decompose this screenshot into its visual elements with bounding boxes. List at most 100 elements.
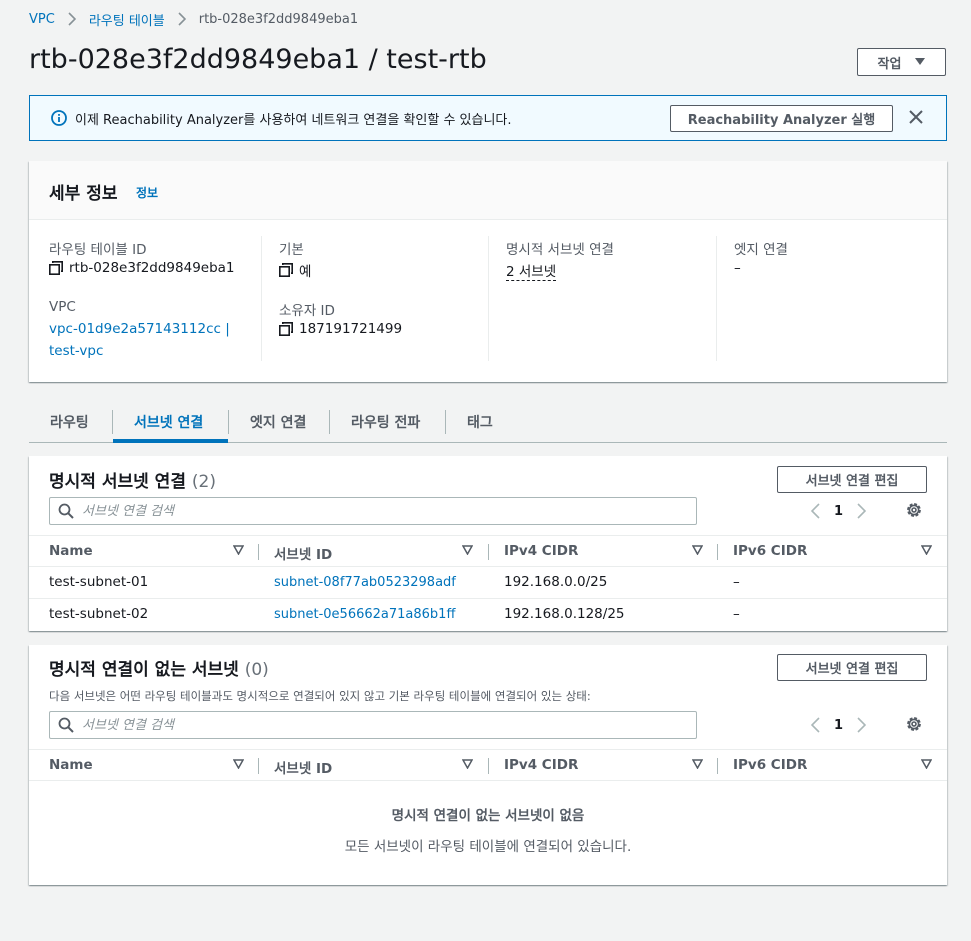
details-col-2: 기본 예 소유자 ID 187191721499 <box>261 236 489 361</box>
column-ipv6-cidr[interactable]: IPv6 CIDR <box>733 543 807 559</box>
sort-icon[interactable] <box>692 545 703 555</box>
implicit-table-title: 명시적 연결이 없는 서브넷 (0) <box>49 655 269 680</box>
vpc-label: VPC <box>49 299 76 315</box>
chevron-left-icon[interactable] <box>811 717 820 733</box>
details-header: 세부 정보 정보 <box>29 161 947 220</box>
main-value-text: 예 <box>299 264 312 280</box>
column-name[interactable]: Name <box>49 757 93 773</box>
caret-down-icon <box>915 58 926 66</box>
tab-divider <box>112 410 113 434</box>
tab-divider <box>445 410 446 434</box>
actions-button-label: 작업 <box>877 56 902 72</box>
chevron-right-icon[interactable] <box>857 503 867 519</box>
tab-edge-associations[interactable]: 엣지 연결 <box>250 410 306 434</box>
breadcrumb-current: rtb-028e3f2dd9849eba1 <box>198 11 359 27</box>
sort-icon[interactable] <box>233 759 244 769</box>
edit-subnet-associations-button[interactable]: 서브넷 연결 편집 <box>777 466 927 493</box>
main-value: 예 <box>279 260 311 280</box>
tab-route-propagation[interactable]: 라우팅 전파 <box>351 410 420 434</box>
column-divider[interactable] <box>258 758 259 774</box>
column-divider[interactable] <box>258 544 259 560</box>
explicit-pagination: 1 <box>811 499 867 523</box>
column-name[interactable]: Name <box>49 543 93 559</box>
chevron-left-icon[interactable] <box>811 503 820 519</box>
explicit-table-title-text: 명시적 서브넷 연결 <box>49 472 186 492</box>
explicit-table-title: 명시적 서브넷 연결 (2) <box>49 467 216 492</box>
column-divider[interactable] <box>717 758 718 774</box>
sort-icon[interactable] <box>921 545 932 555</box>
edge-associations-value: – <box>734 260 741 276</box>
breadcrumb: VPC 라우팅 테이블 rtb-028e3f2dd9849eba1 <box>29 10 359 29</box>
tab-divider <box>228 410 229 434</box>
column-divider[interactable] <box>488 758 489 774</box>
details-col-1: 라우팅 테이블 ID rtb-028e3f2dd9849eba1 VPC vpc… <box>49 236 261 361</box>
explicit-page-number[interactable]: 1 <box>834 504 843 519</box>
sort-icon[interactable] <box>233 545 244 555</box>
table-row[interactable]: test-subnet-01 subnet-08f77ab0523298adf … <box>29 567 947 599</box>
empty-state-title: 명시적 연결이 없는 서브넷이 없음 <box>391 808 585 824</box>
row-subnet-id-link[interactable]: subnet-0e56662a71a86b1ff <box>274 607 455 622</box>
row-ipv4: 192.168.0.128/25 <box>504 606 625 622</box>
breadcrumb-route-tables[interactable]: 라우팅 테이블 <box>89 10 165 29</box>
details-col-3: 명시적 서브넷 연결 2 서브넷 <box>488 236 716 361</box>
details-title: 세부 정보 <box>49 184 118 204</box>
explicit-subnet-associations-panel: 명시적 서브넷 연결 (2) 서브넷 연결 편집 1 Name 서브넷 ID I… <box>29 456 947 631</box>
edit-subnet-associations-button[interactable]: 서브넷 연결 편집 <box>777 654 927 681</box>
row-name: test-subnet-02 <box>49 606 149 622</box>
chevron-right-icon <box>68 12 76 26</box>
column-subnet-id[interactable]: 서브넷 ID <box>274 757 332 777</box>
gear-icon[interactable] <box>905 501 923 519</box>
sort-icon[interactable] <box>462 545 473 555</box>
implicit-table-description: 다음 서브넷은 어떤 라우팅 테이블과도 명시적으로 연결되어 있지 않고 기본… <box>49 689 591 703</box>
chevron-right-icon[interactable] <box>857 717 867 733</box>
sort-icon[interactable] <box>462 759 473 769</box>
vpc-link-name[interactable]: test-vpc <box>49 343 103 359</box>
owner-id-value: 187191721499 <box>279 321 402 337</box>
row-ipv6: – <box>733 606 740 622</box>
actions-button[interactable]: 작업 <box>857 48 946 76</box>
tab-subnet-associations[interactable]: 서브넷 연결 <box>134 410 203 434</box>
empty-state-subtitle: 모든 서브넷이 라우팅 테이블에 연결되어 있습니다. <box>344 839 632 855</box>
row-subnet-id-link[interactable]: subnet-08f77ab0523298adf <box>274 575 456 590</box>
column-ipv4-cidr[interactable]: IPv4 CIDR <box>504 757 578 773</box>
info-icon <box>51 110 67 126</box>
explicit-associations-value[interactable]: 2 서브넷 <box>506 260 557 281</box>
active-tab-indicator <box>113 439 228 443</box>
implicit-page-number[interactable]: 1 <box>834 718 843 733</box>
search-icon <box>58 503 74 519</box>
column-divider[interactable] <box>488 544 489 560</box>
column-ipv4-cidr[interactable]: IPv4 CIDR <box>504 543 578 559</box>
tab-routes[interactable]: 라우팅 <box>50 410 89 434</box>
chevron-right-icon <box>178 12 186 26</box>
route-table-id-text: rtb-028e3f2dd9849eba1 <box>69 260 235 276</box>
explicit-search-input[interactable] <box>82 503 662 519</box>
table-row[interactable]: test-subnet-02 subnet-0e56662a71a86b1ff … <box>29 599 947 631</box>
search-icon <box>58 717 74 733</box>
details-panel: 세부 정보 정보 라우팅 테이블 ID rtb-028e3f2dd9849eba… <box>29 161 947 382</box>
gear-icon[interactable] <box>905 715 923 733</box>
tab-bar: 라우팅 서브넷 연결 엣지 연결 라우팅 전파 태그 <box>29 402 947 443</box>
info-banner: 이제 Reachability Analyzer를 사용하여 네트워크 연결을 … <box>29 95 947 141</box>
owner-id-text: 187191721499 <box>299 321 403 337</box>
column-ipv6-cidr[interactable]: IPv6 CIDR <box>733 757 807 773</box>
sort-icon[interactable] <box>921 759 932 769</box>
copy-icon[interactable] <box>279 322 293 336</box>
copy-icon[interactable] <box>49 261 63 275</box>
implicit-search-input[interactable] <box>82 717 662 733</box>
vpc-link[interactable]: vpc-01d9e2a57143112cc | <box>49 321 230 337</box>
copy-icon[interactable] <box>279 263 293 277</box>
column-subnet-id[interactable]: 서브넷 ID <box>274 543 332 563</box>
row-name: test-subnet-01 <box>49 574 149 590</box>
tab-tags[interactable]: 태그 <box>467 410 493 434</box>
run-reachability-analyzer-button[interactable]: Reachability Analyzer 실행 <box>670 105 893 132</box>
sort-icon[interactable] <box>692 759 703 769</box>
close-icon[interactable] <box>908 109 924 125</box>
column-divider[interactable] <box>717 544 718 560</box>
row-ipv4: 192.168.0.0/25 <box>504 574 608 590</box>
main-label: 기본 <box>279 242 304 258</box>
details-info-link[interactable]: 정보 <box>136 184 158 201</box>
banner-message: 이제 Reachability Analyzer를 사용하여 네트워크 연결을 … <box>75 112 512 128</box>
breadcrumb-vpc[interactable]: VPC <box>29 12 55 27</box>
edge-associations-label: 엣지 연결 <box>734 242 788 258</box>
route-table-id-value: rtb-028e3f2dd9849eba1 <box>49 260 235 276</box>
